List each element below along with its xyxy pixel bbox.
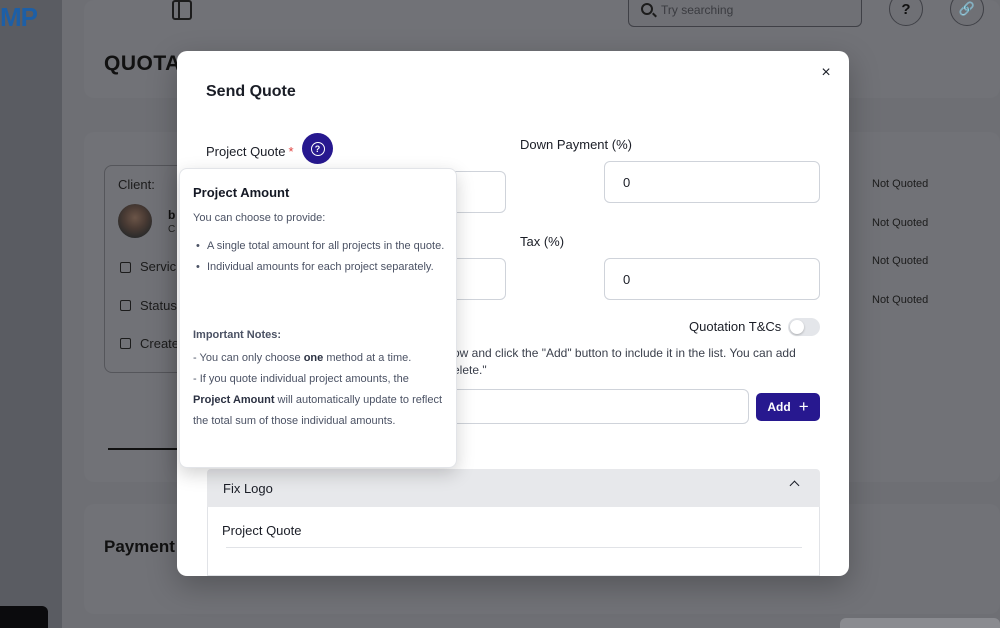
avatar [118,204,152,238]
sidebar-toggle-icon[interactable] [172,0,192,20]
project-amount-tooltip: Project Amount You can choose to provide… [179,168,457,468]
sidebar-bottom-block [0,606,48,628]
client-label: Client: [118,177,155,192]
note-1-bold: one [303,352,324,364]
note-1-prefix: - You can only choose [193,352,304,364]
plus-icon: + [798,397,809,416]
service-row-label: Servic [140,259,177,274]
question-icon: ? [310,141,325,156]
search-placeholder: Try searching [661,3,734,17]
app-logo: MP [0,2,38,32]
note-2-prefix: - If you quote individual project amount… [193,373,409,385]
accordion-header-fix-logo[interactable]: Fix Logo [207,469,820,507]
payment-section-title: Payment [104,537,175,556]
tooltip-bullet: A single total amount for all projects i… [193,236,448,257]
status-cell: Not Quoted [872,294,929,306]
status-row-label: Status [140,298,177,313]
instruction-line-1: ow and click the "Add" button to include… [453,346,796,360]
tax-label: Tax (%) [520,234,565,249]
add-item-input[interactable] [437,389,749,424]
active-tab-indicator [108,448,180,450]
tooltip-bullet: Individual amounts for each project sepa… [193,257,448,278]
tooltip-notes: - You can only choose one method at a ti… [193,348,448,432]
tc-toggle[interactable] [788,318,820,336]
status-cell: Not Quoted [872,255,929,267]
tax-input[interactable] [604,258,820,300]
client-name: b [168,208,176,222]
bottom-widget [840,618,1000,628]
status-cell: Not Quoted [872,217,929,229]
help-icon: ? [901,0,911,18]
down-payment-label: Down Payment (%) [520,137,632,152]
search-icon [641,3,653,15]
project-quote-label: Project Quote * [206,144,294,159]
accordion-input-line[interactable] [226,547,802,548]
instruction-line-2: elete." [453,363,487,377]
project-quote-label-text: Project Quote [206,144,286,159]
page-title: QUOTA [104,52,181,75]
tooltip-notes-title: Important Notes: [193,329,281,341]
accordion-body: Project Quote [207,507,820,576]
sidebar: MP [0,0,62,628]
link-icon: 🔗 [958,1,976,16]
close-icon[interactable]: × [818,65,834,81]
client-subtitle: C [168,224,176,235]
accordion-project-quote-label: Project Quote [222,523,302,538]
search-input[interactable]: Try searching [628,0,862,27]
add-button-label: Add [767,400,791,414]
instruction-text: ow and click the "Add" button to include… [453,345,825,379]
calendar-icon [120,338,131,349]
file-icon [120,300,131,311]
modal-title: Send Quote [206,83,296,100]
down-payment-input[interactable] [604,161,820,203]
created-row-label: Create [140,336,180,351]
note-1-suffix: method at a time. [323,352,412,364]
note-2-bold: Project Amount [193,394,275,406]
add-button[interactable]: Add + [756,393,820,421]
accordion-title: Fix Logo [223,481,273,496]
tooltip-note-1: - You can only choose one method at a ti… [193,348,448,369]
tooltip-bullets: A single total amount for all projects i… [193,236,448,278]
status-cell: Not Quoted [872,178,929,190]
tooltip-note-2: - If you quote individual project amount… [193,369,448,432]
project-quote-help-button[interactable]: ? [302,133,333,164]
tooltip-intro: You can choose to provide: [193,212,326,224]
briefcase-icon [120,262,131,273]
required-marker: * [288,144,294,159]
tooltip-title: Project Amount [193,185,290,200]
chevron-up-icon[interactable] [789,480,800,491]
tc-toggle-label: Quotation T&Cs [689,319,782,334]
